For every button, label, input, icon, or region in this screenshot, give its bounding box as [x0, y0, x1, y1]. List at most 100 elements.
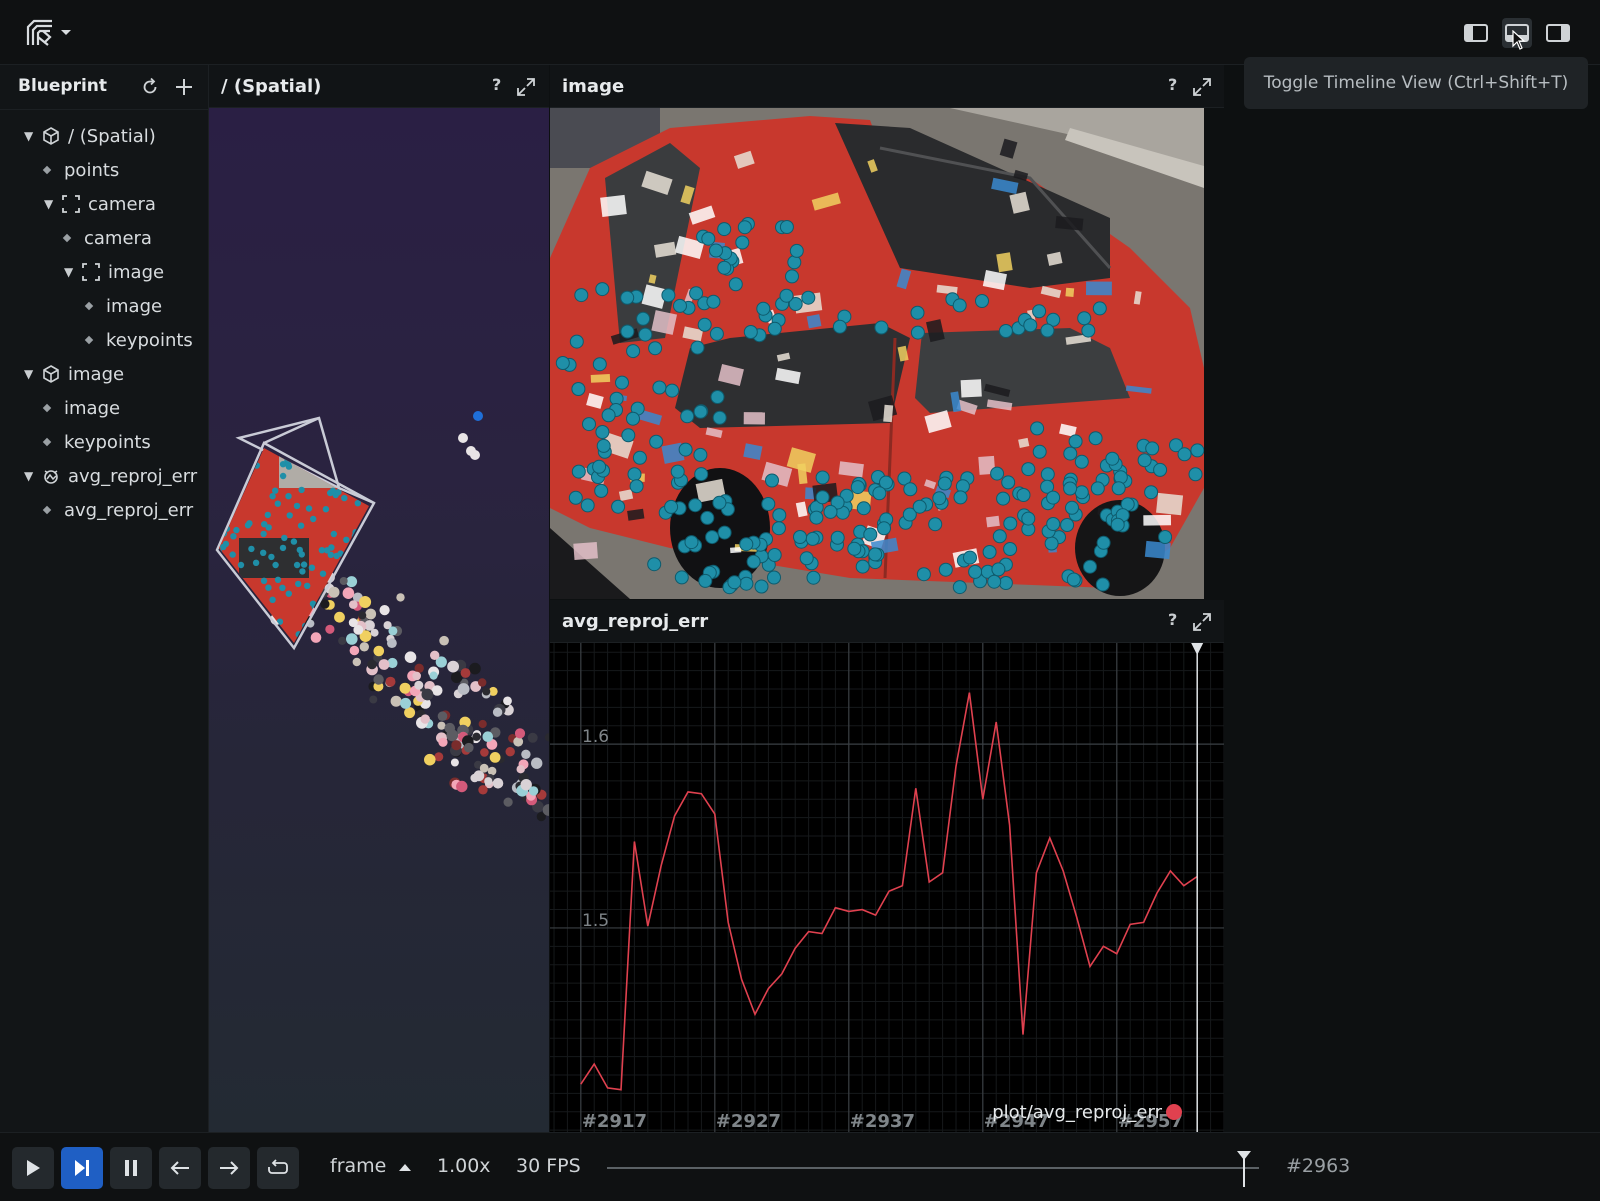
frustum-keypoint	[318, 547, 326, 554]
keypoint	[767, 570, 781, 585]
frustum-keypoint	[237, 561, 245, 569]
add-icon[interactable]	[174, 77, 194, 97]
keypoint	[996, 491, 1011, 506]
x-tick-label: #2927	[716, 1111, 781, 1132]
keypoint	[665, 383, 680, 398]
tree-item[interactable]: image	[84, 291, 162, 321]
expand-toggle-icon[interactable]: ▼	[24, 469, 34, 483]
car-photo[interactable]	[550, 108, 1204, 599]
spatial-3d-canvas[interactable]	[209, 108, 549, 1132]
loop-button[interactable]	[257, 1147, 299, 1189]
cloud-point	[349, 645, 360, 656]
plot-canvas: #2917 #2927 #2937 #2947 #29571.61.5 plot/avg…	[550, 643, 1224, 1132]
point-cloud	[215, 411, 549, 822]
pause-button[interactable]	[110, 1147, 152, 1189]
frustum-keypoint	[261, 521, 268, 528]
scrubber-handle[interactable]	[1237, 1151, 1251, 1187]
keypoint	[1003, 516, 1018, 531]
keypoint	[805, 531, 820, 546]
frustum-keypoint	[308, 564, 316, 571]
play-button[interactable]	[12, 1147, 54, 1189]
keypoint	[638, 327, 653, 342]
cloud-point	[457, 683, 470, 695]
keypoint	[963, 550, 977, 565]
tree-item[interactable]: avg_reproj_err	[42, 495, 193, 525]
tree-item-label: avg_reproj_err	[68, 465, 198, 487]
frustum-keypoint	[274, 576, 282, 583]
fps-selector[interactable]: 30 FPS	[516, 1155, 581, 1177]
frustum-keypoint	[248, 605, 255, 612]
keypoint	[823, 504, 838, 519]
tree-item[interactable]: ▼ image	[24, 359, 124, 389]
logo-icon	[26, 19, 52, 46]
play-icon	[27, 1160, 40, 1176]
x-tick-label: #2917	[582, 1111, 647, 1132]
keypoint	[991, 562, 1006, 577]
spatial-view-header[interactable]: / (Spatial) ?	[209, 65, 549, 108]
tree-item[interactable]: points	[42, 155, 120, 185]
cloud-point	[396, 593, 405, 602]
cloud-point	[430, 650, 440, 660]
maximize-icon[interactable]	[516, 77, 536, 97]
keypoint	[912, 499, 927, 514]
time-series-plot[interactable]: #2917 #2927 #2937 #2947 #2957 1.6 1.5 plot/avg…	[550, 643, 1224, 1132]
keypoint	[772, 508, 787, 523]
tree-item[interactable]: keypoints	[84, 325, 193, 355]
frustum-keypoint	[246, 520, 253, 527]
maximize-icon[interactable]	[1192, 612, 1212, 632]
maximize-icon[interactable]	[1192, 77, 1212, 97]
timeline-selector[interactable]: frame	[330, 1155, 412, 1177]
keypoint	[799, 551, 814, 566]
frustum-keypoint	[268, 553, 275, 561]
keypoint	[1023, 318, 1038, 333]
keypoint	[1001, 475, 1016, 490]
frustum-keypoint	[343, 536, 350, 543]
cloud-point	[369, 695, 378, 704]
help-icon[interactable]: ?	[492, 75, 501, 94]
keypoint	[670, 464, 685, 479]
legend-color-dot[interactable]	[1166, 1104, 1182, 1120]
tree-item[interactable]: ▼ / (Spatial)	[24, 121, 156, 151]
plot-view-header[interactable]: avg_reproj_err ?	[550, 600, 1224, 643]
frustum-keypoint	[304, 582, 311, 589]
tree-item[interactable]: keypoints	[42, 427, 151, 457]
tree-item-label: points	[64, 159, 120, 181]
app-menu-button[interactable]	[24, 16, 84, 50]
tree-item[interactable]: camera	[62, 223, 152, 253]
keypoint	[1083, 559, 1097, 574]
cloud-point	[456, 780, 468, 793]
tree-item[interactable]: ▼ avg_reproj_err	[24, 461, 197, 491]
step-forward-button[interactable]	[208, 1147, 250, 1189]
tree-item[interactable]: image	[42, 393, 120, 423]
step-back-button[interactable]	[159, 1147, 201, 1189]
playback-speed[interactable]: 1.00x	[437, 1155, 491, 1177]
help-icon[interactable]: ?	[1168, 75, 1177, 94]
keypoint	[855, 559, 870, 574]
keypoint	[787, 255, 802, 270]
tree-item[interactable]: ▼ image	[64, 257, 164, 287]
cloud-point	[492, 778, 504, 789]
cloud-point	[352, 657, 361, 667]
keypoint	[952, 298, 967, 313]
reset-icon[interactable]	[140, 77, 160, 97]
expand-toggle-icon[interactable]: ▼	[24, 129, 34, 143]
cloud-point	[367, 659, 377, 670]
expand-toggle-icon[interactable]: ▼	[24, 367, 34, 381]
frustum-keypoint	[281, 534, 288, 542]
time-scrubber[interactable]	[607, 1151, 1259, 1187]
cloud-point	[482, 731, 494, 742]
time-cursor-handle[interactable]	[1191, 643, 1204, 655]
keypoint	[1032, 304, 1047, 319]
expand-toggle-icon[interactable]: ▼	[44, 197, 54, 211]
follow-button[interactable]	[61, 1147, 103, 1189]
cloud-point	[472, 732, 481, 741]
keypoint	[809, 510, 824, 525]
toggle-left-panel-button[interactable]	[1461, 18, 1491, 48]
toggle-right-panel-button[interactable]	[1543, 18, 1573, 48]
help-icon[interactable]: ?	[1168, 610, 1177, 629]
image-view-header[interactable]: image ?	[550, 65, 1224, 108]
tree-item[interactable]: ▼ camera	[44, 189, 156, 219]
keypoint	[636, 311, 651, 326]
expand-toggle-icon[interactable]: ▼	[64, 265, 74, 279]
keypoint	[1030, 421, 1045, 436]
